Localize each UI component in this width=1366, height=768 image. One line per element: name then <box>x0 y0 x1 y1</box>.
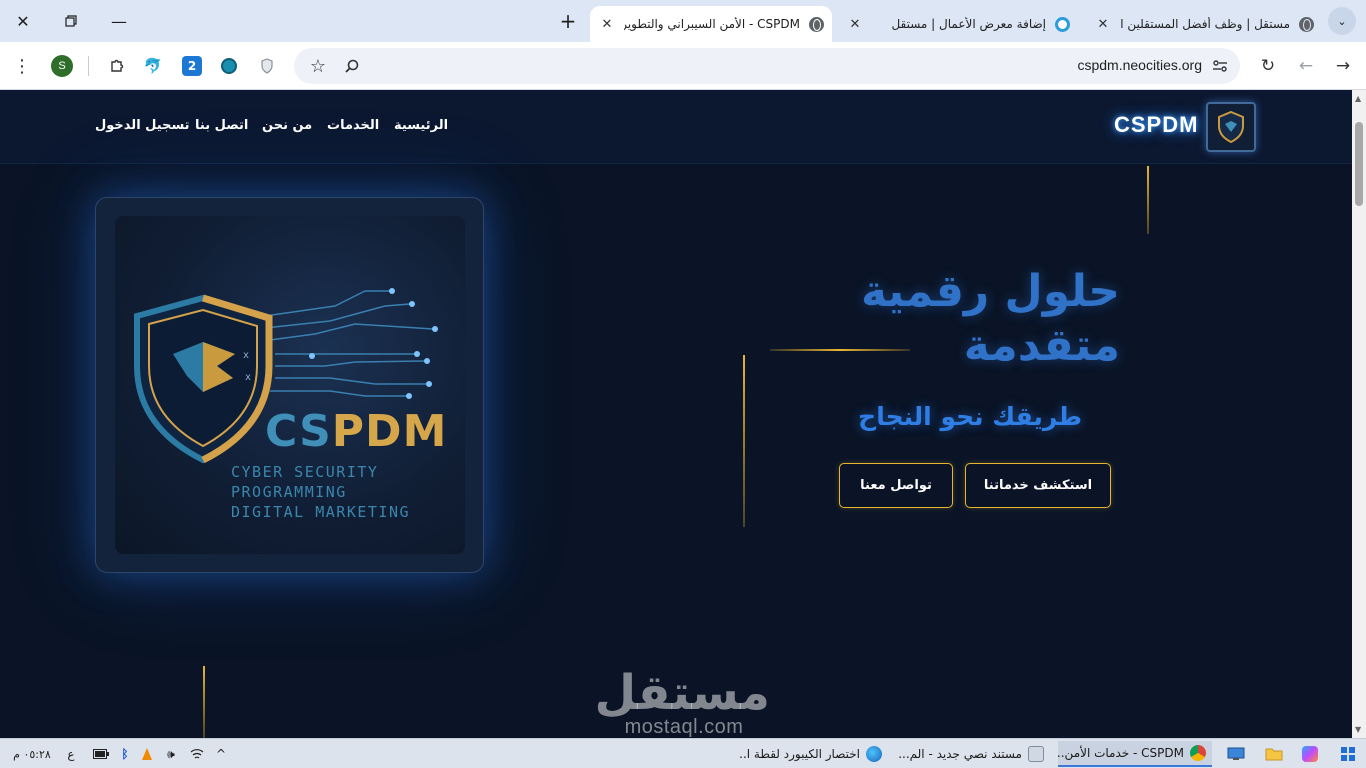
windows-start-icon[interactable] <box>1338 745 1358 763</box>
nav-contact[interactable]: اتصل بنا <box>195 118 248 133</box>
bluetooth-icon[interactable]: ᛒ <box>116 745 134 763</box>
dolphin-icon[interactable]: 🐬 <box>143 56 163 76</box>
file-explorer-icon[interactable] <box>1264 745 1284 763</box>
close-tab-icon[interactable]: ✕ <box>598 15 616 33</box>
gold-accent-line <box>1147 166 1149 234</box>
edge-icon <box>866 746 882 762</box>
browser-toolbar: ⋮ S 🐬 2 ☆ cspdm.neocities.org ↻ ← → <box>0 42 1366 90</box>
zoom-search-icon[interactable] <box>338 52 366 80</box>
input-language[interactable]: ع <box>62 745 80 763</box>
gold-accent-line <box>743 355 745 527</box>
taskbar-item-label: اختصار الكيبورد لقطة ا... <box>738 747 860 761</box>
show-hidden-icons-chevron[interactable]: ^ <box>212 745 230 763</box>
wifi-icon[interactable] <box>188 745 206 763</box>
hero-subtitle: طريقك نحو النجاح <box>858 402 1082 431</box>
mostaql-watermark: مستقل mostaql.com <box>594 665 770 738</box>
contact-us-button[interactable]: تواصل معنا <box>839 463 953 508</box>
restore-window-icon[interactable] <box>56 6 86 36</box>
shield-logo-icon <box>1218 110 1244 144</box>
brand-logo[interactable] <box>1206 102 1256 152</box>
taskbar-app-notepad[interactable]: مستند نصي جديد - الم... <box>898 741 1050 767</box>
globe-icon <box>808 16 824 32</box>
back-icon[interactable]: → <box>1329 52 1357 80</box>
image-tagline-1: CYBER SECURITY <box>231 463 379 481</box>
gold-accent-line <box>203 666 205 738</box>
image-brand-text: CSPDM <box>265 406 448 457</box>
ring-icon <box>1054 16 1070 32</box>
address-bar[interactable]: ☆ cspdm.neocities.org <box>294 48 1240 84</box>
puzzle-icon[interactable] <box>107 56 127 76</box>
globe-ext-icon[interactable] <box>219 56 239 76</box>
desktop-app-icon[interactable] <box>1226 745 1246 763</box>
site-settings-icon[interactable] <box>1206 52 1234 80</box>
system-clock[interactable]: ٠٥:٢٨ م <box>10 745 54 763</box>
explore-services-button[interactable]: استكشف خدماتنا <box>965 463 1111 508</box>
hero-image-card: x x CSPDM CYBER SECURITY PROGRAMMING DIG… <box>95 197 484 573</box>
tab-strip: ✕ — + CSPDM - الأمن السيبراني والتطوير ا… <box>0 0 1366 42</box>
scroll-thumb[interactable] <box>1355 122 1363 206</box>
taskbar-app-edge[interactable]: اختصار الكيبورد لقطة ا... <box>738 741 888 767</box>
globe-icon <box>1298 16 1314 32</box>
taskbar-app-chrome[interactable]: CSPDM - خدمات الأمن... <box>1058 741 1212 767</box>
close-window-icon[interactable]: ✕ <box>8 6 38 36</box>
nav-services[interactable]: الخدمات <box>327 118 379 133</box>
reload-icon[interactable]: ↻ <box>1254 52 1282 80</box>
shield-ext-icon[interactable] <box>257 56 277 76</box>
image-tagline-2: PROGRAMMING <box>231 483 347 501</box>
nav-home[interactable]: الرئيسية <box>394 118 448 133</box>
scroll-up-arrow-icon[interactable]: ▲ <box>1355 94 1361 103</box>
toolbar-divider <box>88 56 89 76</box>
tab-title: مستقل | وظف أفضل المستقلين العرب <box>1120 17 1290 31</box>
tab-search-chevron-icon[interactable]: ⌄ <box>1328 7 1356 35</box>
website-viewport: تسجيل الدخول اتصل بنا من نحن الخدمات الر… <box>0 90 1352 738</box>
volume-icon[interactable]: 🕪 <box>162 745 180 763</box>
nav-about[interactable]: من نحن <box>262 118 312 133</box>
tab-title: إضافة معرض الأعمال | مستقل <box>891 17 1046 31</box>
tab-mostaql-home[interactable]: مستقل | وظف أفضل المستقلين العرب ✕ <box>1086 6 1322 42</box>
new-tab-button[interactable]: + <box>553 6 583 36</box>
url-text: cspdm.neocities.org <box>1077 57 1202 73</box>
two-icon[interactable]: 2 <box>182 56 202 76</box>
bookmark-star-icon[interactable]: ☆ <box>304 52 332 80</box>
page-scrollbar[interactable]: ▲ ▼ <box>1352 90 1366 738</box>
taskbar-item-label: مستند نصي جديد - الم... <box>898 747 1022 761</box>
copilot-icon[interactable] <box>1300 745 1320 763</box>
close-tab-icon[interactable]: ✕ <box>846 15 864 33</box>
tab-title: CSPDM - الأمن السيبراني والتطوير الرقمي <box>624 17 800 31</box>
browser-menu-icon[interactable]: ⋮ <box>8 52 36 80</box>
hero-image: x x CSPDM CYBER SECURITY PROGRAMMING DIG… <box>115 216 465 554</box>
hero-title: حلول رقمية متقدمة <box>780 265 1120 373</box>
svg-text:x: x <box>245 372 251 383</box>
tab-cspdm[interactable]: CSPDM - الأمن السيبراني والتطوير الرقمي … <box>590 6 832 42</box>
site-header: تسجيل الدخول اتصل بنا من نحن الخدمات الر… <box>0 90 1352 164</box>
image-tagline-3: DIGITAL MARKETING <box>231 503 411 521</box>
hero-title-line-2: متقدمة <box>963 320 1120 371</box>
nav-login[interactable]: تسجيل الدخول <box>95 118 190 133</box>
forward-icon[interactable]: ← <box>1292 52 1320 80</box>
hero-title-line-1: حلول رقمية <box>860 266 1120 317</box>
taskbar-item-label: CSPDM - خدمات الأمن... <box>1058 746 1184 760</box>
minimize-window-icon[interactable]: — <box>104 6 134 36</box>
notepad-icon <box>1028 746 1044 762</box>
profile-avatar[interactable]: S <box>48 52 76 80</box>
tab-mostaql-portfolio[interactable]: إضافة معرض الأعمال | مستقل ✕ <box>838 6 1078 42</box>
scroll-down-arrow-icon[interactable]: ▼ <box>1355 725 1361 734</box>
svg-text:x: x <box>243 350 249 361</box>
chrome-icon <box>1190 745 1206 761</box>
brand-name[interactable]: CSPDM <box>1114 112 1198 138</box>
vlc-icon[interactable] <box>138 745 156 763</box>
windows-taskbar: ٠٥:٢٨ م ع ᛒ 🕪 ^ اختصار الكيبورد لقطة ا..… <box>0 738 1366 768</box>
battery-icon[interactable] <box>92 745 110 763</box>
close-tab-icon[interactable]: ✕ <box>1094 15 1112 33</box>
